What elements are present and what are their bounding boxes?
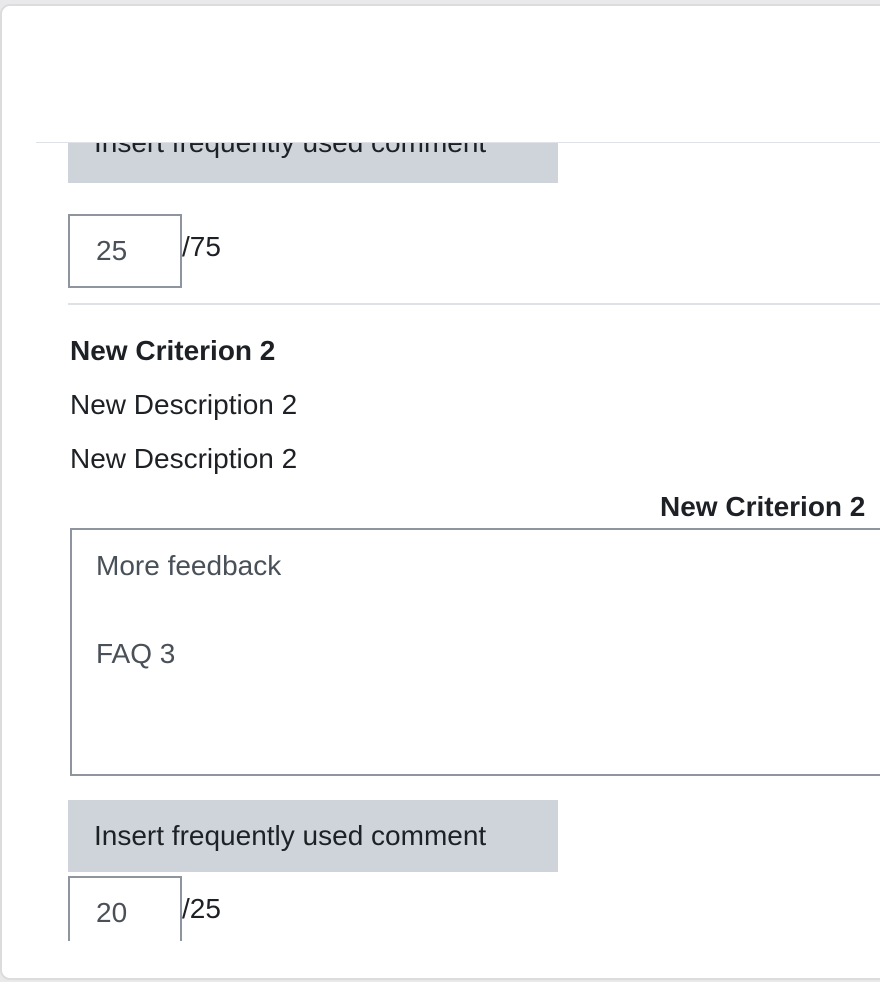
insert-comment-button[interactable]: Insert frequently used comment [68,143,558,183]
score-input[interactable]: 25 [68,214,182,288]
score-max: /25 [182,893,221,924]
criterion-description: New Description 2 [70,443,298,474]
criterion-heading: New Criterion 2 [660,491,866,522]
criterion-divider [68,303,880,305]
feedback-line: FAQ 3 [96,638,176,669]
criterion-title: New Criterion 2 [70,335,276,366]
feedback-line: More feedback [96,550,282,581]
score-input[interactable]: 20 [68,876,182,941]
modal-header [2,6,880,142]
criterion-description: New Description 2 [70,389,298,420]
feedback-textarea[interactable]: More feedback FAQ 3 [70,528,880,776]
modal-body-scroll[interactable]: Insert frequently used comment 25 /75 Ne… [2,143,880,941]
grading-modal: Insert frequently used comment 25 /75 Ne… [0,4,880,980]
insert-comment-button[interactable]: Insert frequently used comment [68,800,558,872]
score-max: /75 [182,231,221,262]
